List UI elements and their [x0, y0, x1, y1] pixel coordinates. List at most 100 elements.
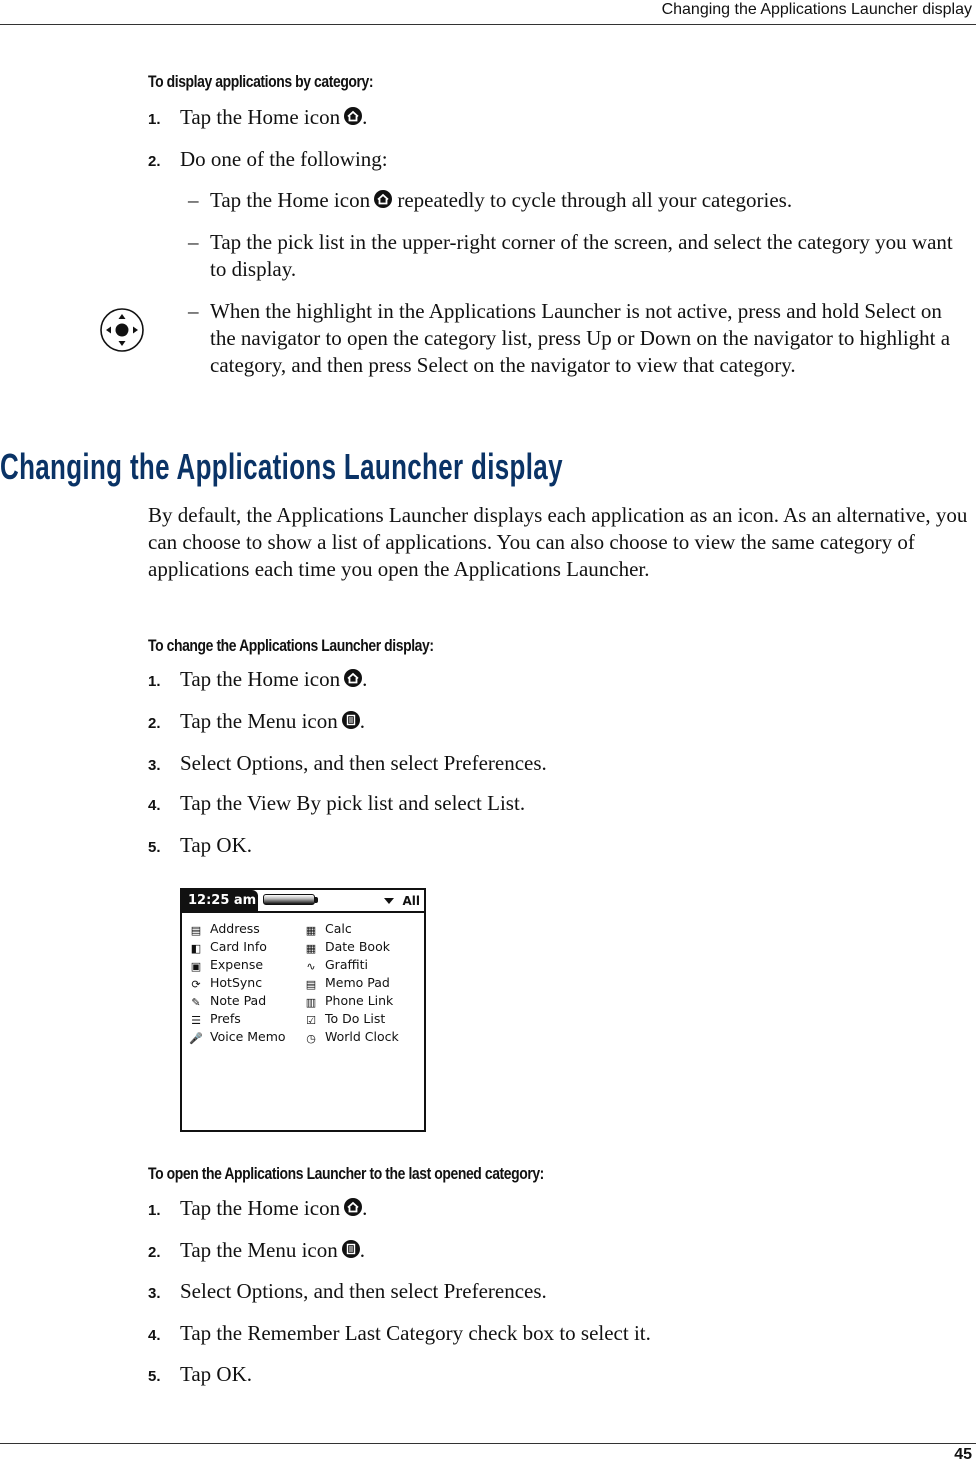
step-punct: .	[359, 709, 365, 733]
step-text: Tap the View By pick list and select Lis…	[180, 791, 526, 815]
step-1: 1. Tap the Home icon.	[148, 666, 367, 695]
app-item[interactable]: ⟳ HotSync	[188, 974, 262, 992]
procedure-heading: To change the Applications Launcher disp…	[148, 636, 434, 655]
card-icon: ◧	[190, 942, 202, 955]
step-text: Tap OK.	[180, 833, 253, 857]
page-number: 45	[954, 1446, 972, 1463]
app-item[interactable]: ∿ Graffiti	[303, 956, 368, 974]
clock-title: 12:25 am	[182, 890, 258, 912]
step-text: Select Options, and then select Preferen…	[180, 1279, 547, 1303]
app-label: Expense	[210, 957, 264, 972]
app-item[interactable]: ◷ World Clock	[303, 1028, 399, 1046]
address-card-icon: ▤	[190, 924, 202, 937]
step-text: Tap OK.	[180, 1362, 253, 1386]
category-label: All	[402, 894, 420, 908]
step-text: Tap the Home icon	[180, 1196, 341, 1220]
step-3: 3. Select Options, and then select Prefer…	[148, 1278, 547, 1307]
option-item: – Tap the Home icon repeatedly to cycle …	[188, 187, 968, 214]
step-number: 3.	[148, 757, 161, 774]
step-punct: .	[362, 1196, 368, 1220]
app-item[interactable]: 🎤 Voice Memo	[188, 1028, 286, 1046]
step-5: 5. Tap OK.	[148, 1361, 252, 1390]
checkbox-icon: ☑	[306, 1014, 316, 1027]
category-pick-list[interactable]: All	[384, 892, 420, 910]
dash: –	[188, 230, 199, 254]
calculator-icon: ▦	[305, 924, 317, 937]
option-text: When the highlight in the Applications L…	[210, 299, 951, 377]
battery-tip	[315, 897, 318, 903]
five-way-navigator-icon	[100, 308, 144, 352]
option-text-after: repeatedly to cycle through all your cat…	[397, 188, 793, 212]
app-label: Phone Link	[325, 993, 394, 1008]
step-punct: .	[362, 667, 368, 691]
step-punct: .	[362, 105, 368, 129]
step-number: 2.	[148, 715, 161, 732]
app-label: Note Pad	[210, 993, 267, 1008]
app-label: To Do List	[325, 1011, 386, 1026]
app-label: Calc	[325, 921, 352, 936]
menu-icon	[341, 1240, 360, 1258]
option-text: Tap the Home icon	[210, 188, 371, 212]
app-label: Card Info	[210, 939, 267, 954]
step-number: 5.	[148, 839, 161, 856]
step-text: Tap the Menu icon	[180, 1238, 338, 1262]
home-icon	[344, 107, 363, 125]
step-number: 2.	[148, 153, 161, 170]
app-label: Graffiti	[325, 957, 368, 972]
app-label: Address	[210, 921, 260, 936]
option-item: – When the highlight in the Applications…	[188, 298, 968, 379]
step-4: 4. Tap the Remember Last Category check b…	[148, 1320, 651, 1349]
app-item[interactable]: ☰ Prefs	[188, 1010, 241, 1028]
expense-icon: ▣	[190, 960, 202, 973]
app-item[interactable]: ▤ Address	[188, 920, 260, 938]
step-2: 2. Do one of the following:	[148, 146, 388, 175]
step-text: Select Options, and then select Preferen…	[180, 751, 547, 775]
step-2: 2. Tap the Menu icon.	[148, 1237, 365, 1266]
app-item[interactable]: ☑ To Do List	[303, 1010, 385, 1028]
running-header: Changing the Applications Launcher displ…	[661, 1, 972, 18]
step-1: 1. Tap the Home icon.	[148, 1195, 367, 1224]
option-item: – Tap the pick list in the upper-right c…	[188, 229, 968, 283]
app-label: Memo Pad	[325, 975, 390, 990]
step-number: 1.	[148, 1202, 161, 1219]
step-number: 4.	[148, 1327, 161, 1344]
app-item[interactable]: ✎ Note Pad	[188, 992, 266, 1010]
app-item[interactable]: ▦ Calc	[303, 920, 352, 938]
app-item[interactable]: ▤ Memo Pad	[303, 974, 390, 992]
datebook-icon: ▦	[305, 942, 317, 955]
step-punct: .	[359, 1238, 365, 1262]
home-icon	[344, 1198, 363, 1216]
memo-icon: ▤	[305, 978, 317, 991]
step-3: 3. Select Options, and then select Prefer…	[148, 750, 547, 779]
step-5: 5. Tap OK.	[148, 832, 252, 861]
step-text: Tap the Home icon	[180, 105, 341, 129]
step-4: 4. Tap the View By pick list and select L…	[148, 790, 525, 819]
home-icon	[374, 190, 393, 208]
phone-link-icon: ▥	[305, 996, 317, 1009]
graffiti-icon: ∿	[306, 960, 316, 973]
step-1: 1. Tap the Home icon.	[148, 104, 367, 133]
app-item[interactable]: ▥ Phone Link	[303, 992, 394, 1010]
prefs-icon: ☰	[191, 1014, 201, 1027]
app-label: Voice Memo	[210, 1029, 286, 1044]
hotsync-icon: ⟳	[191, 978, 201, 991]
app-label: Prefs	[210, 1011, 241, 1026]
dash: –	[188, 299, 199, 323]
app-item[interactable]: ▦ Date Book	[303, 938, 390, 956]
step-text: Tap the Home icon	[180, 667, 341, 691]
dash: –	[188, 188, 199, 212]
app-item[interactable]: ▣ Expense	[188, 956, 263, 974]
step-number: 5.	[148, 1368, 161, 1385]
section-title: Changing the Applications Launcher displ…	[0, 446, 563, 487]
step-text: Tap the Menu icon	[180, 709, 338, 733]
step-text: Tap the Remember Last Category check box…	[180, 1321, 651, 1345]
footer-rule	[0, 1443, 976, 1444]
dropdown-triangle-icon	[384, 898, 395, 904]
intro-paragraph: By default, the Applications Launcher di…	[148, 503, 968, 581]
menu-icon	[341, 711, 360, 729]
app-label: World Clock	[325, 1029, 399, 1044]
step-number: 3.	[148, 1285, 161, 1302]
app-label: Date Book	[325, 939, 390, 954]
app-item[interactable]: ◧ Card Info	[188, 938, 267, 956]
step-number: 1.	[148, 673, 161, 690]
